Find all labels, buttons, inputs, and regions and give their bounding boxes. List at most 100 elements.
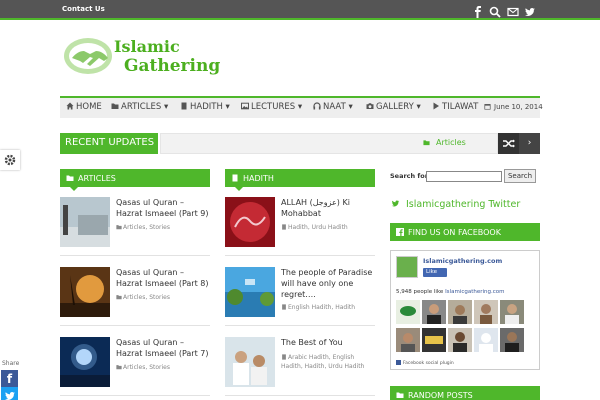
avatar[interactable] <box>396 328 420 352</box>
fb-page-name[interactable]: Islamicgathering.com <box>423 257 502 265</box>
twitter-icon <box>391 200 400 207</box>
share-twitter-button[interactable] <box>1 387 18 400</box>
nav-item-hadith[interactable]: HADITH ▾ <box>180 102 230 112</box>
contact-us-link[interactable]: Contact Us <box>62 5 105 13</box>
search-input[interactable] <box>426 171 502 182</box>
top-bar: Contact Us <box>0 0 600 20</box>
post-title[interactable]: Qasas ul Quran – Hazrat Ismaeel (Part 9) <box>116 197 210 219</box>
post-title[interactable]: ALLAH (عزوجل) Ki Mohabbat <box>281 197 375 219</box>
post-meta-text: English Hadith, Hadith <box>288 304 356 311</box>
folder-icon <box>116 365 122 370</box>
hadith-section-header[interactable]: HADITH <box>225 169 375 191</box>
facebook-icon <box>396 360 401 365</box>
fb-social-plugin[interactable]: Facebook social plugin <box>396 360 454 366</box>
nav-item-home[interactable]: HOME <box>66 102 102 112</box>
fb-plugin-text: Facebook social plugin <box>403 361 454 366</box>
ticker-next-button[interactable]: › <box>519 133 540 154</box>
avatar[interactable] <box>500 300 524 324</box>
facebook-like-box: Islamicgathering.com Like 5,948 people l… <box>390 250 540 370</box>
folder-icon <box>116 295 122 300</box>
book-icon <box>282 354 286 360</box>
nav-item-gallery[interactable]: GALLERY ▾ <box>366 102 421 112</box>
post-meta-text: Arabic Hadith, English Hadith, Hadith, U… <box>281 354 365 370</box>
post-title[interactable]: Qasas ul Quran – Hazrat Ismaeel (Part 7) <box>116 337 210 359</box>
search-icon[interactable] <box>489 3 501 18</box>
avatar[interactable] <box>474 328 498 352</box>
avatar[interactable] <box>448 328 472 352</box>
fb-count-prefix: 5,948 people like <box>396 289 446 295</box>
post-meta: Articles, Stories <box>116 293 212 302</box>
avatar[interactable] <box>500 328 524 352</box>
main-nav: HOME ARTICLES ▾ HADITH ▾ LECTURES ▾ NAAT… <box>60 96 543 118</box>
list-item[interactable]: The Best of You Arabic Hadith, English H… <box>225 337 375 395</box>
logo-text-line1: Islamic <box>114 37 180 56</box>
section-title: ARTICLES <box>78 174 116 183</box>
list-item[interactable]: ALLAH (عزوجل) Ki Mohabbat Hadith, Urdu H… <box>225 197 375 255</box>
articles-section-header[interactable]: ARTICLES <box>60 169 210 191</box>
book-icon <box>282 224 286 230</box>
section-title: RANDOM POSTS <box>408 391 473 400</box>
avatar[interactable] <box>422 300 446 324</box>
avatar[interactable] <box>474 300 498 324</box>
image-icon <box>241 102 249 110</box>
nav-item-naat[interactable]: NAAT ▾ <box>313 102 353 112</box>
post-thumbnail[interactable] <box>60 337 110 387</box>
book-icon <box>232 174 238 182</box>
post-meta-text: Articles, Stories <box>123 364 170 371</box>
settings-toggle[interactable] <box>0 150 20 170</box>
play-icon <box>433 102 439 110</box>
shuffle-button[interactable] <box>498 133 519 154</box>
twitter-icon[interactable] <box>524 3 536 16</box>
nav-item-lectures[interactable]: LECTURES ▾ <box>241 102 302 112</box>
post-thumbnail[interactable] <box>225 337 275 387</box>
post-meta-text: Articles, Stories <box>123 294 170 301</box>
facebook-icon[interactable] <box>472 3 484 18</box>
mail-icon[interactable] <box>507 3 519 17</box>
folder-icon <box>66 175 74 181</box>
list-item[interactable]: Qasas ul Quran – Hazrat Ismaeel (Part 9)… <box>60 197 210 255</box>
twitter-widget-text: Islamicgathering Twitter <box>406 199 521 210</box>
post-meta-text: Hadith, Urdu Hadith <box>288 224 348 231</box>
avatar[interactable] <box>396 300 420 324</box>
post-meta: English Hadith, Hadith <box>281 303 377 312</box>
fb-count-site[interactable]: Islamicgathering.com <box>445 289 504 295</box>
search-button[interactable]: Search <box>504 169 536 183</box>
section-title: FIND US ON FACEBOOK <box>408 228 501 237</box>
headphones-icon <box>313 102 321 110</box>
post-meta: Articles, Stories <box>116 363 212 372</box>
post-title[interactable]: The people of Paradise will have only on… <box>281 267 375 300</box>
random-posts-header: RANDOM POSTS <box>390 386 540 400</box>
post-title[interactable]: Qasas ul Quran – Hazrat Ismaeel (Part 8) <box>116 267 210 289</box>
page-avatar[interactable] <box>396 256 418 278</box>
divider <box>225 255 375 256</box>
recent-updates-label: RECENT UPDATES <box>60 133 158 154</box>
nav-label: LECTURES <box>251 102 296 112</box>
post-thumbnail[interactable] <box>60 267 110 317</box>
nav-item-articles[interactable]: ARTICLES ▾ <box>111 102 168 112</box>
book-icon <box>282 304 286 310</box>
post-meta: Hadith, Urdu Hadith <box>281 223 377 232</box>
post-title[interactable]: The Best of You <box>281 337 375 348</box>
fb-like-button[interactable]: Like <box>423 268 447 277</box>
twitter-widget-link[interactable]: Islamicgathering Twitter <box>391 199 520 210</box>
list-item[interactable]: Qasas ul Quran – Hazrat Ismaeel (Part 8)… <box>60 267 210 325</box>
avatar[interactable] <box>422 328 446 352</box>
divider <box>60 395 210 396</box>
post-meta: Articles, Stories <box>116 223 212 232</box>
post-thumbnail[interactable] <box>225 197 275 247</box>
gear-icon <box>4 154 16 166</box>
nav-label: HADITH <box>190 102 223 112</box>
share-facebook-button[interactable]: f <box>1 370 18 387</box>
nav-item-tilawat[interactable]: TILAWAT <box>432 102 478 112</box>
list-item[interactable]: The people of Paradise will have only on… <box>225 267 375 325</box>
shuffle-icon <box>503 139 515 148</box>
facebook-section-header: FIND US ON FACEBOOK <box>390 223 540 241</box>
site-logo[interactable]: Islamic Gathering <box>62 34 220 80</box>
post-meta-text: Articles, Stories <box>123 224 170 231</box>
post-thumbnail[interactable] <box>60 197 110 247</box>
avatar[interactable] <box>448 300 472 324</box>
post-thumbnail[interactable] <box>225 267 275 317</box>
list-item[interactable]: Qasas ul Quran – Hazrat Ismaeel (Part 7)… <box>60 337 210 395</box>
folder-icon <box>111 103 119 109</box>
ticker-item[interactable]: Articles <box>423 138 466 147</box>
